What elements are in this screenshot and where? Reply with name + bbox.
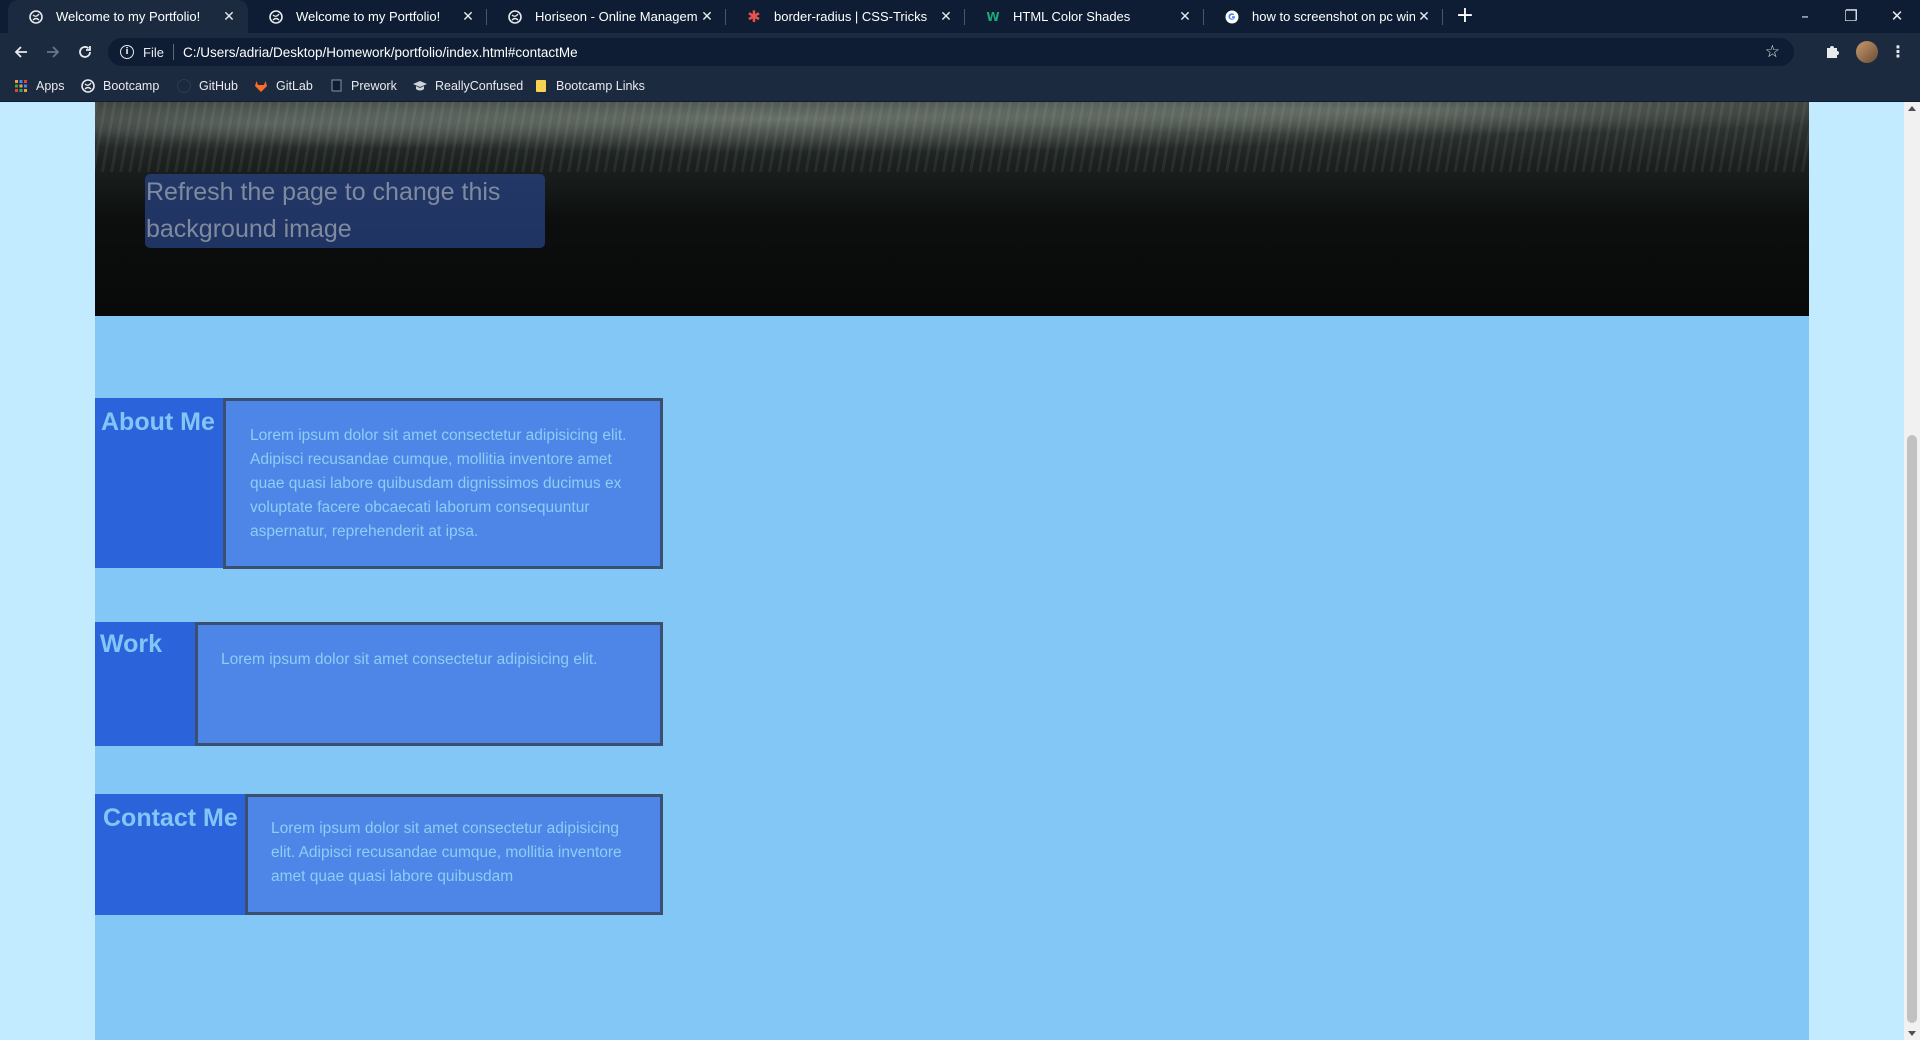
back-button[interactable] bbox=[9, 40, 33, 64]
globe-icon bbox=[28, 9, 44, 25]
scroll-thumb[interactable] bbox=[1907, 435, 1917, 1023]
globe-icon bbox=[81, 79, 95, 93]
tab-strip: Welcome to my Portfolio! ✕ Welcome to my… bbox=[0, 0, 1920, 33]
bookmark-bootcamp-links[interactable]: Bootcamp Links bbox=[534, 71, 645, 101]
forward-button[interactable] bbox=[41, 40, 65, 64]
scroll-down-arrow-icon[interactable] bbox=[1908, 1031, 1916, 1036]
reload-button[interactable] bbox=[73, 40, 97, 64]
tab-title: Welcome to my Portfolio! bbox=[56, 9, 201, 24]
new-tab-button[interactable]: + bbox=[1455, 5, 1475, 27]
close-tab-icon[interactable]: ✕ bbox=[220, 9, 238, 25]
section-body-work: Lorem ipsum dolor sit amet consectetur a… bbox=[195, 622, 663, 746]
browser-toolbar: i File C:/Users/adria/Desktop/Homework/p… bbox=[0, 33, 1920, 71]
page-viewport: Refresh the page to change this backgrou… bbox=[0, 102, 1904, 1040]
globe-icon bbox=[268, 9, 284, 25]
bookmark-bootcamp[interactable]: Bootcamp bbox=[81, 71, 159, 101]
css-tricks-star-icon: ✱ bbox=[747, 7, 761, 26]
tab-google-search[interactable]: how to screenshot on pc window ✕ bbox=[1204, 0, 1443, 33]
close-tab-icon[interactable]: ✕ bbox=[937, 9, 955, 25]
bookmark-label: Bootcamp Links bbox=[556, 79, 645, 93]
apps-grid-icon bbox=[14, 79, 28, 93]
tab-portfolio-2[interactable]: Welcome to my Portfolio! ✕ bbox=[248, 0, 487, 33]
gitlab-icon bbox=[254, 79, 268, 93]
close-tab-icon[interactable]: ✕ bbox=[459, 9, 477, 25]
tab-title: HTML Color Shades bbox=[1013, 9, 1131, 24]
bookmark-github[interactable]: GitHub bbox=[177, 71, 238, 101]
browser-menu-icon[interactable]: ⋮ bbox=[1890, 40, 1906, 64]
page-scrollbar[interactable] bbox=[1904, 102, 1920, 1040]
bookmark-prework[interactable]: Prework bbox=[329, 71, 397, 101]
scroll-up-arrow-icon[interactable] bbox=[1908, 106, 1916, 111]
bookmark-label: Apps bbox=[36, 79, 65, 93]
hero-background-image: Refresh the page to change this backgrou… bbox=[95, 102, 1809, 316]
bookmark-apps[interactable]: Apps bbox=[14, 71, 65, 101]
folder-icon bbox=[534, 79, 548, 93]
close-tab-icon[interactable]: ✕ bbox=[1176, 9, 1194, 25]
page-content: Refresh the page to change this backgrou… bbox=[95, 102, 1809, 1040]
scheme-label: File bbox=[143, 44, 164, 60]
minimize-button[interactable]: – bbox=[1782, 4, 1828, 28]
section-body-about: Lorem ipsum dolor sit amet consectetur a… bbox=[223, 398, 663, 569]
tab-horiseon[interactable]: Horiseon - Online Management a ✕ bbox=[487, 0, 726, 33]
bookmark-label: GitLab bbox=[276, 79, 313, 93]
bookmark-reallyconfused[interactable]: ReallyConfused bbox=[413, 71, 523, 101]
section-heading-work: Work bbox=[95, 622, 197, 746]
close-tab-icon[interactable]: ✕ bbox=[1415, 9, 1433, 25]
bookmark-star-icon[interactable]: ☆ bbox=[1765, 42, 1780, 62]
globe-icon bbox=[507, 9, 523, 25]
w-logo-icon: W bbox=[986, 9, 1000, 24]
address-divider bbox=[172, 44, 174, 60]
graduation-cap-icon bbox=[413, 79, 427, 93]
tab-title: Horiseon - Online Management a bbox=[535, 9, 698, 24]
close-tab-icon[interactable]: ✕ bbox=[698, 9, 716, 25]
tab-html-color-shades[interactable]: W HTML Color Shades ✕ bbox=[965, 0, 1204, 33]
tab-portfolio-1[interactable]: Welcome to my Portfolio! ✕ bbox=[8, 0, 248, 33]
bookmark-label: ReallyConfused bbox=[435, 79, 524, 93]
close-window-button[interactable]: ✕ bbox=[1874, 4, 1920, 28]
profile-avatar[interactable] bbox=[1856, 41, 1878, 63]
tab-separator bbox=[1442, 9, 1443, 25]
bookmark-gitlab[interactable]: GitLab bbox=[254, 71, 313, 101]
section-body-contact: Lorem ipsum dolor sit amet consectetur a… bbox=[245, 794, 663, 915]
tab-title: border-radius | CSS-Tricks bbox=[774, 9, 928, 24]
section-heading-about: About Me bbox=[95, 398, 225, 568]
google-g-icon bbox=[1224, 9, 1240, 25]
book-icon bbox=[329, 79, 343, 93]
section-heading-contact: Contact Me bbox=[95, 794, 247, 915]
bookmark-label: GitHub bbox=[199, 79, 238, 93]
bookmarks-bar: Apps Bootcamp GitHub GitLab Prework Real… bbox=[0, 71, 1920, 102]
github-icon bbox=[177, 79, 191, 93]
info-icon[interactable]: i bbox=[120, 45, 134, 59]
address-bar[interactable]: i File C:/Users/adria/Desktop/Homework/p… bbox=[108, 38, 1794, 66]
tab-title: how to screenshot on pc window bbox=[1252, 9, 1415, 24]
bookmark-label: Prework bbox=[351, 79, 397, 93]
bookmark-label: Bootcamp bbox=[103, 79, 160, 93]
hero-caption: Refresh the page to change this backgrou… bbox=[145, 174, 545, 248]
restore-button[interactable]: ❐ bbox=[1828, 4, 1874, 28]
tab-css-tricks[interactable]: ✱ border-radius | CSS-Tricks ✕ bbox=[726, 0, 965, 33]
extensions-puzzle-icon[interactable] bbox=[1824, 42, 1844, 62]
hero-texture bbox=[95, 102, 1809, 172]
url-text[interactable]: C:/Users/adria/Desktop/Homework/portfoli… bbox=[183, 45, 1765, 60]
tab-title: Welcome to my Portfolio! bbox=[296, 9, 441, 24]
